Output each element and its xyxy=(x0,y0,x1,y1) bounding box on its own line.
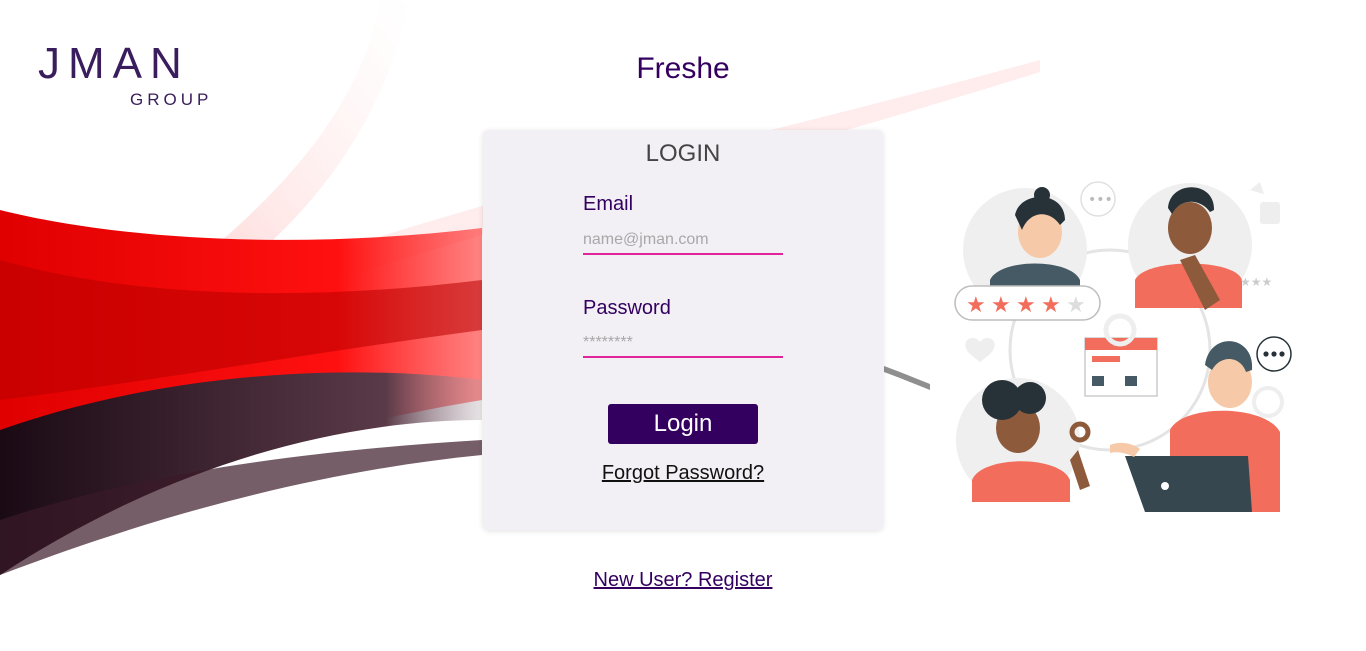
laptop-icon xyxy=(1161,482,1169,490)
forgot-password-link[interactable]: Forgot Password? xyxy=(483,462,883,485)
app-title: Freshe xyxy=(636,52,730,85)
login-title: LOGIN xyxy=(645,140,721,167)
svg-text:★: ★ xyxy=(1066,293,1086,318)
chat-bubble-icon xyxy=(1256,336,1292,372)
login-card: LOGIN Email Password Login Forgot Passwo… xyxy=(483,130,883,530)
star-icon: ★ ★ ★ ★ ★ xyxy=(966,293,1086,318)
svg-text:★: ★ xyxy=(1016,293,1036,318)
svg-text:★: ★ xyxy=(966,293,986,318)
email-label: Email xyxy=(583,193,634,215)
register-link[interactable]: New User? Register xyxy=(0,569,1366,592)
svg-text:•••: ••• xyxy=(1088,192,1113,208)
svg-text:★: ★ xyxy=(1041,293,1061,318)
password-label: Password xyxy=(583,297,671,319)
people-review-illustration: ★ ★ ★ ★ ★ ••• ★★★ xyxy=(954,181,1292,512)
logo-subtext: GROUP xyxy=(130,90,213,109)
svg-text:★: ★ xyxy=(991,293,1011,318)
email-field[interactable] xyxy=(583,227,783,255)
password-field[interactable] xyxy=(583,330,783,358)
login-button[interactable]: Login xyxy=(608,404,758,444)
svg-text:★★★: ★★★ xyxy=(1240,275,1272,289)
